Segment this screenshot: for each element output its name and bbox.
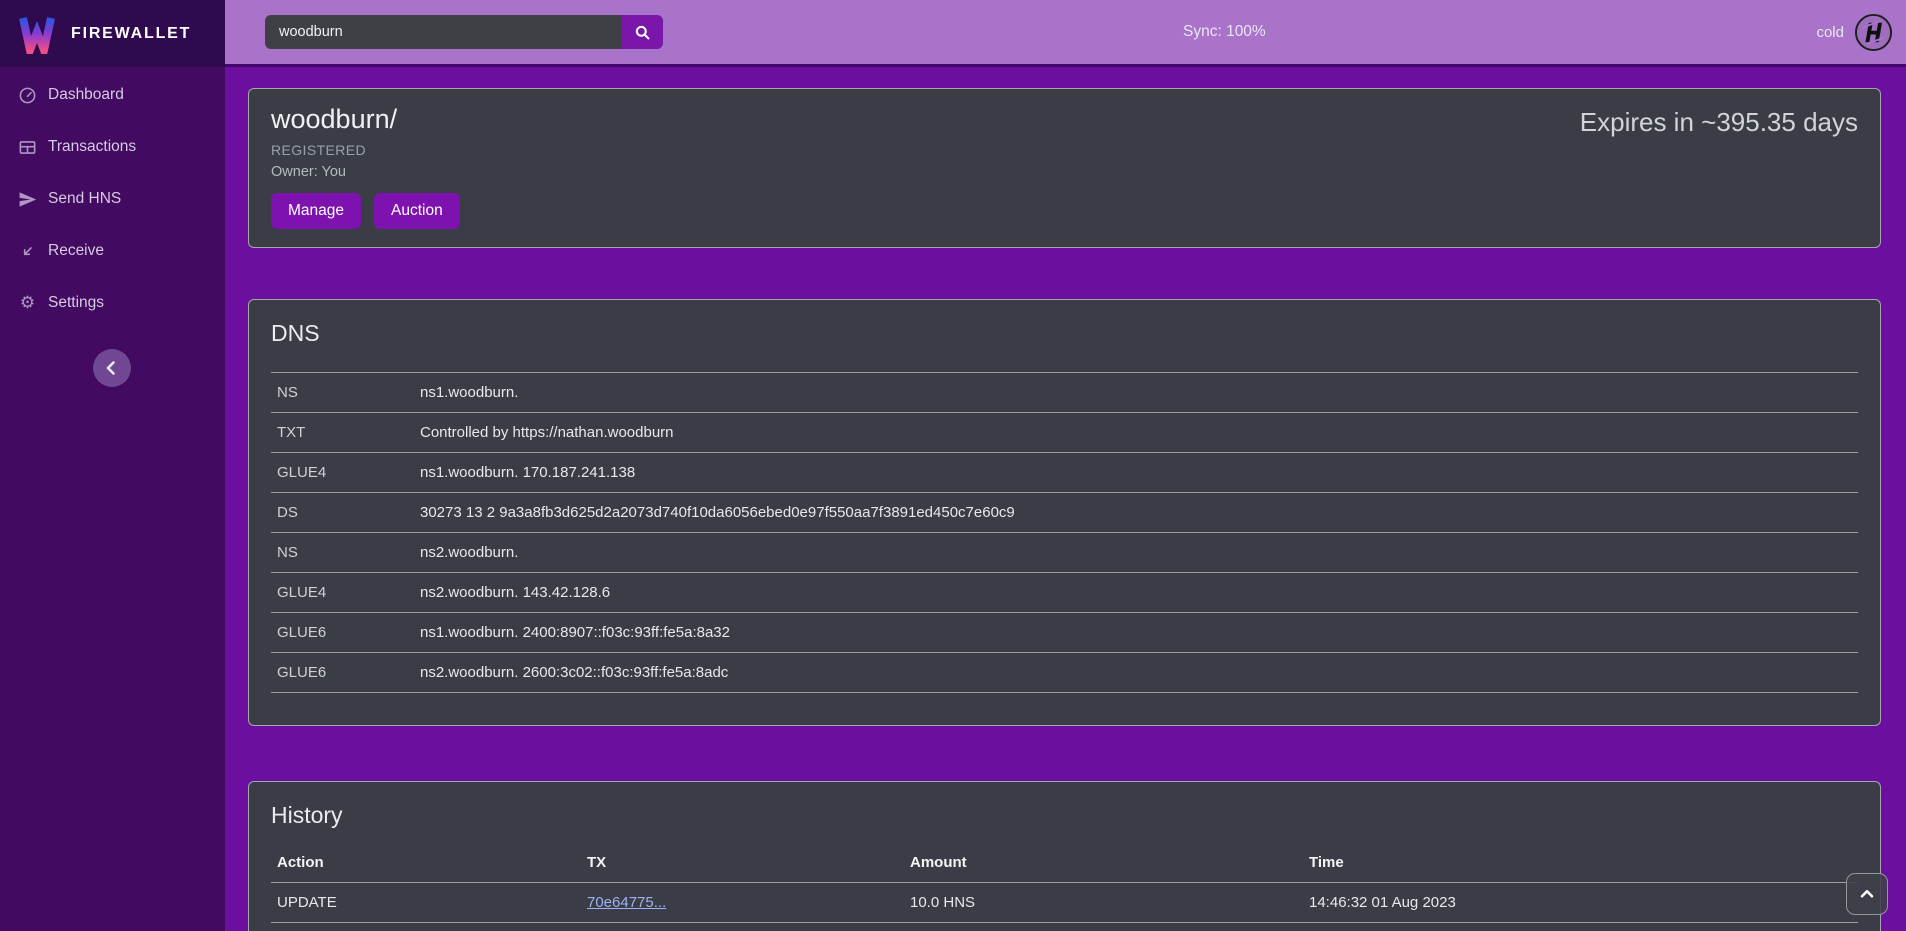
dns-record-type: GLUE4 — [277, 464, 420, 481]
sidebar-nav: Dashboard Transactions Send HNS — [0, 75, 225, 323]
dns-record-type: DS — [277, 504, 420, 521]
sidebar-item-dashboard[interactable]: Dashboard — [0, 75, 225, 115]
dns-record-type: GLUE6 — [277, 664, 420, 681]
dns-record-row: DS 30273 13 2 9a3a8fb3d625d2a2073d740f10… — [271, 492, 1858, 532]
search-button[interactable] — [622, 15, 663, 49]
dns-record-row: GLUE4 ns1.woodburn. 170.187.241.138 — [271, 452, 1858, 492]
dns-table: NS ns1.woodburn. TXT Controlled by https… — [271, 372, 1858, 693]
dns-record-type: NS — [277, 384, 420, 401]
search-icon — [633, 23, 652, 42]
dns-record-row: NS ns2.woodburn. — [271, 532, 1858, 572]
app-title: FIREWALLET — [71, 25, 191, 43]
domain-status: REGISTERED — [271, 142, 460, 158]
wallet-indicator: cold — [1816, 0, 1893, 64]
sidebar-item-label: Transactions — [48, 138, 136, 156]
gear-icon: ⚙ — [18, 294, 37, 313]
auction-button[interactable]: Auction — [374, 193, 460, 229]
sidebar: FIREWALLET Dashboard Transactions — [0, 0, 225, 931]
dashboard-icon — [18, 86, 37, 105]
dns-record-row: GLUE4 ns2.woodburn. 143.42.128.6 — [271, 572, 1858, 612]
history-col-amount: Amount — [910, 854, 1309, 871]
scroll-top-button[interactable] — [1846, 873, 1888, 915]
domain-info: woodburn/ REGISTERED Owner: You Manage A… — [271, 104, 460, 232]
app-window: FIREWALLET Dashboard Transactions — [0, 0, 1906, 931]
history-card: History Action TX Amount Time UPDATE 70e… — [248, 781, 1881, 931]
wallet-name: cold — [1816, 24, 1844, 41]
dns-record-row: GLUE6 ns1.woodburn. 2400:8907::f03c:93ff… — [271, 612, 1858, 652]
history-header-row: Action TX Amount Time — [271, 843, 1858, 883]
sidebar-item-label: Receive — [48, 242, 104, 260]
history-row: RENEW d72e8af... 10.0 HNS 15:47:36 07 Fe… — [271, 923, 1858, 931]
handshake-icon[interactable] — [1854, 13, 1893, 52]
dns-card: DNS NS ns1.woodburn. TXT Controlled by h… — [248, 299, 1881, 726]
dns-record-row: NS ns1.woodburn. — [271, 372, 1858, 412]
dns-card-title: DNS — [271, 320, 1858, 347]
domain-owner: Owner: You — [271, 164, 460, 180]
search-input[interactable] — [265, 15, 622, 49]
sidebar-item-label: Dashboard — [48, 86, 124, 104]
dns-record-type: GLUE6 — [277, 624, 420, 641]
dns-record-value: ns1.woodburn. — [420, 384, 518, 401]
dns-record-row: TXT Controlled by https://nathan.woodbur… — [271, 412, 1858, 452]
dns-record-value: Controlled by https://nathan.woodburn — [420, 424, 674, 441]
domain-card: woodburn/ REGISTERED Owner: You Manage A… — [248, 88, 1881, 248]
history-col-time: Time — [1309, 854, 1852, 871]
dns-record-value: ns2.woodburn. 143.42.128.6 — [420, 584, 610, 601]
firewallet-logo-icon — [15, 14, 59, 54]
dns-record-value: 30273 13 2 9a3a8fb3d625d2a2073d740f10da6… — [420, 504, 1015, 521]
tx-link[interactable]: 70e64775... — [587, 894, 666, 911]
sidebar-collapse-button[interactable] — [93, 349, 131, 387]
domain-name: woodburn/ — [271, 104, 460, 135]
history-card-title: History — [271, 802, 1858, 829]
history-col-action: Action — [277, 854, 587, 871]
dns-record-value: ns1.woodburn. 2400:8907::f03c:93ff:fe5a:… — [420, 624, 730, 641]
sidebar-item-settings[interactable]: ⚙ Settings — [0, 283, 225, 323]
sidebar-item-receive[interactable]: Receive — [0, 231, 225, 271]
dns-record-value: ns2.woodburn. — [420, 544, 518, 561]
history-col-tx: TX — [587, 854, 910, 871]
history-table: Action TX Amount Time UPDATE 70e64775...… — [271, 843, 1858, 931]
domain-expiry: Expires in ~395.35 days — [1580, 107, 1858, 232]
dns-record-row: GLUE6 ns2.woodburn. 2600:3c02::f03c:93ff… — [271, 652, 1858, 693]
manage-button[interactable]: Manage — [271, 193, 361, 229]
chevron-left-icon — [101, 357, 123, 379]
sidebar-item-transactions[interactable]: Transactions — [0, 127, 225, 167]
transactions-icon — [18, 138, 37, 157]
dns-record-type: TXT — [277, 424, 420, 441]
chevron-up-icon — [1857, 884, 1877, 904]
dns-record-value: ns2.woodburn. 2600:3c02::f03c:93ff:fe5a:… — [420, 664, 728, 681]
sidebar-item-label: Send HNS — [48, 190, 121, 208]
dns-record-type: GLUE4 — [277, 584, 420, 601]
send-icon — [18, 190, 37, 209]
topbar: Sync: 100% cold — [225, 0, 1906, 67]
sidebar-item-send-hns[interactable]: Send HNS — [0, 179, 225, 219]
dns-record-type: NS — [277, 544, 420, 561]
history-row: UPDATE 70e64775... 10.0 HNS 14:46:32 01 … — [271, 883, 1858, 923]
receive-icon — [18, 242, 37, 261]
history-action: UPDATE — [277, 894, 587, 911]
dns-record-value: ns1.woodburn. 170.187.241.138 — [420, 464, 635, 481]
search-bar — [265, 15, 663, 49]
history-amount: 10.0 HNS — [910, 894, 1309, 911]
sidebar-item-label: Settings — [48, 294, 104, 312]
sync-status: Sync: 100% — [1183, 0, 1266, 64]
app-logo: FIREWALLET — [0, 0, 225, 67]
history-time: 14:46:32 01 Aug 2023 — [1309, 894, 1852, 911]
